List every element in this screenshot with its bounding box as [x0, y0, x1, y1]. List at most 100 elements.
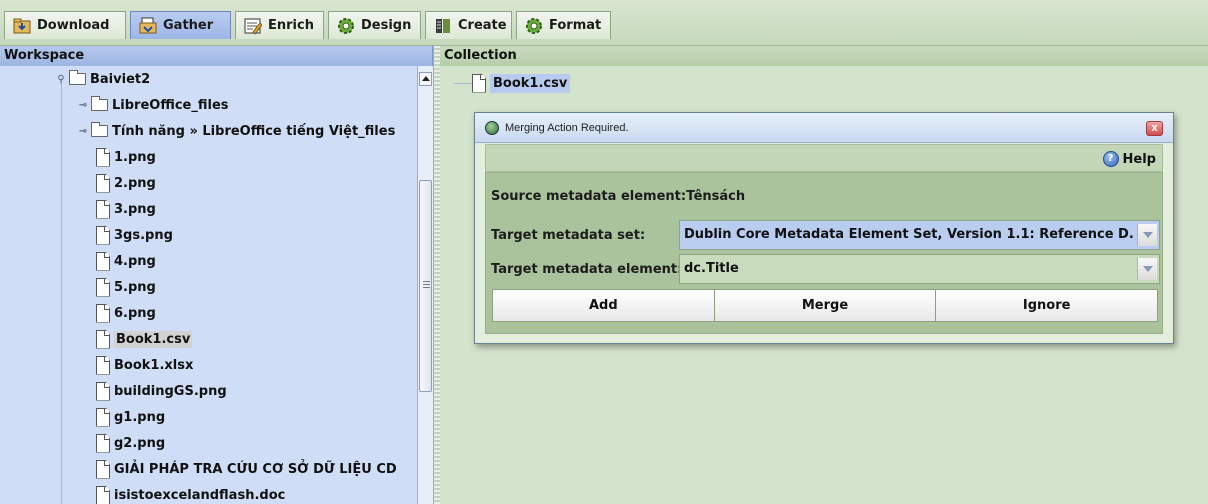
tree-item-label: Baiviet2 — [90, 71, 151, 87]
scroll-up-icon[interactable] — [419, 72, 432, 86]
chevron-down-icon[interactable] — [1137, 224, 1157, 246]
tree-item-label: 4.png — [114, 253, 156, 269]
download-icon — [13, 17, 31, 35]
tree-item-file[interactable]: g2.png — [96, 430, 165, 456]
main-tab-bar: Download Gather Enrich Design Create For… — [0, 0, 1208, 46]
tree-item-label: 1.png — [114, 149, 156, 165]
gather-icon — [139, 17, 157, 35]
tree-item-label: g1.png — [114, 409, 166, 425]
dialog-body: Source metadata element:Tênsách Target m… — [485, 172, 1163, 334]
tree-item-file[interactable]: g1.png — [96, 404, 165, 430]
tree-guide-line — [61, 78, 62, 504]
tree-item-label: 6.png — [114, 305, 156, 321]
file-icon — [96, 433, 110, 453]
workspace-scrollbar[interactable] — [417, 66, 433, 504]
tree-item-file[interactable]: 6.png — [96, 300, 156, 326]
file-icon — [96, 381, 110, 401]
collection-item-file[interactable]: Book1.csv — [472, 71, 571, 95]
help-icon: ? — [1102, 151, 1119, 167]
scroll-grip-icon — [423, 281, 430, 288]
tab-enrich-label: Enrich — [268, 18, 314, 33]
collapse-toggle-icon[interactable]: ⊸ — [77, 126, 89, 137]
tab-gather[interactable]: Gather — [130, 11, 231, 39]
app-icon — [485, 120, 499, 135]
help-button[interactable]: ? Help — [1102, 149, 1156, 169]
enrich-icon — [244, 17, 263, 35]
tree-item-file[interactable]: 2.png — [96, 170, 156, 196]
tree-item-file[interactable]: buildingGS.png — [96, 378, 227, 404]
tree-item-folder[interactable]: ⊸ Tính năng » LibreOffice tiếng Việt_fil… — [77, 118, 395, 144]
workspace-header: Workspace — [0, 46, 433, 66]
tab-design-label: Design — [361, 18, 412, 33]
tab-create-label: Create — [458, 18, 507, 33]
target-element-label: Target metadata element: — [491, 262, 683, 277]
tree-item-label: 5.png — [114, 279, 156, 295]
tree-item-label: GIẢI PHÁP TRA CỨU CƠ SỞ DỮ LIỆU CD — [114, 461, 397, 477]
tree-item-file[interactable]: 3.png — [96, 196, 156, 222]
tree-item-file[interactable]: 5.png — [96, 274, 156, 300]
tab-download-label: Download — [37, 18, 110, 33]
tree-item-file[interactable]: 1.png — [96, 144, 156, 170]
folder-icon — [69, 70, 86, 85]
file-icon — [96, 355, 110, 375]
source-metadata-label: Source metadata element: — [491, 189, 687, 204]
dialog-button-row: Add Merge Ignore — [492, 289, 1158, 322]
tree-item-folder[interactable]: ⚲ Baiviet2 — [55, 66, 150, 92]
chevron-down-icon[interactable] — [1137, 258, 1157, 280]
collection-item-label: Book1.csv — [490, 73, 571, 93]
add-button[interactable]: Add — [493, 290, 715, 321]
folder-icon — [91, 96, 108, 111]
tree-item-file[interactable]: Book1.xlsx — [96, 352, 193, 378]
merging-action-dialog: Merging Action Required. x ? Help Source… — [474, 112, 1174, 344]
tab-enrich[interactable]: Enrich — [235, 11, 324, 39]
split-pane-divider[interactable] — [433, 46, 440, 504]
file-icon — [96, 329, 110, 349]
folder-icon — [91, 122, 108, 137]
tab-create[interactable]: Create — [425, 11, 512, 39]
file-icon — [96, 147, 110, 167]
workspace-tree: ⚲ Baiviet2 ⊸ LibreOffice_files ⊸ Tính nă… — [0, 66, 417, 504]
file-icon — [96, 277, 110, 297]
target-set-label: Target metadata set: — [491, 228, 646, 243]
tree-item-file[interactable]: isistoexcelandflash.doc — [96, 482, 285, 504]
file-icon — [96, 303, 110, 323]
tree-item-label: Book1.csv — [114, 330, 193, 348]
source-metadata-value: Tênsách — [686, 189, 746, 204]
close-button[interactable]: x — [1146, 121, 1163, 136]
design-gear-icon — [337, 17, 355, 35]
file-icon — [96, 173, 110, 193]
tree-item-file[interactable]: GIẢI PHÁP TRA CỨU CƠ SỞ DỮ LIỆU CD — [96, 456, 397, 482]
tree-item-label: 3.png — [114, 201, 156, 217]
expand-toggle-icon[interactable]: ⚲ — [55, 74, 67, 85]
tab-format-label: Format — [549, 18, 602, 33]
tree-guide-line — [454, 83, 472, 84]
file-icon — [96, 199, 110, 219]
file-icon — [96, 407, 110, 427]
tree-item-label: LibreOffice_files — [112, 97, 229, 113]
file-icon — [96, 459, 110, 479]
tree-item-label: g2.png — [114, 435, 166, 451]
collapse-toggle-icon[interactable]: ⊸ — [77, 100, 89, 111]
tree-item-file[interactable]: 3gs.png — [96, 222, 173, 248]
tab-format[interactable]: Format — [516, 11, 611, 39]
target-element-select[interactable]: dc.Title — [679, 254, 1160, 284]
source-metadata-row: Source metadata element:Tênsách — [491, 189, 745, 204]
file-icon — [96, 251, 110, 271]
tab-design[interactable]: Design — [328, 11, 421, 39]
tab-gather-label: Gather — [163, 18, 214, 33]
ignore-button[interactable]: Ignore — [936, 290, 1158, 321]
tree-item-label: buildingGS.png — [114, 383, 227, 399]
dialog-title: Merging Action Required. — [505, 121, 629, 134]
tree-item-label: Tính năng » LibreOffice tiếng Việt_files — [112, 123, 396, 139]
target-set-value: Dublin Core Metadata Element Set, Versio… — [684, 227, 1134, 242]
merge-button[interactable]: Merge — [714, 290, 937, 321]
dialog-title-bar[interactable]: Merging Action Required. x — [475, 113, 1173, 143]
tree-item-folder[interactable]: ⊸ LibreOffice_files — [77, 92, 229, 118]
tree-item-file[interactable]: 4.png — [96, 248, 156, 274]
create-icon — [434, 17, 452, 35]
tree-item-label: isistoexcelandflash.doc — [114, 487, 286, 503]
scroll-thumb[interactable] — [419, 180, 432, 392]
tab-download[interactable]: Download — [4, 11, 126, 39]
target-set-select[interactable]: Dublin Core Metadata Element Set, Versio… — [679, 220, 1160, 250]
tree-item-file-selected[interactable]: Book1.csv — [96, 326, 193, 352]
